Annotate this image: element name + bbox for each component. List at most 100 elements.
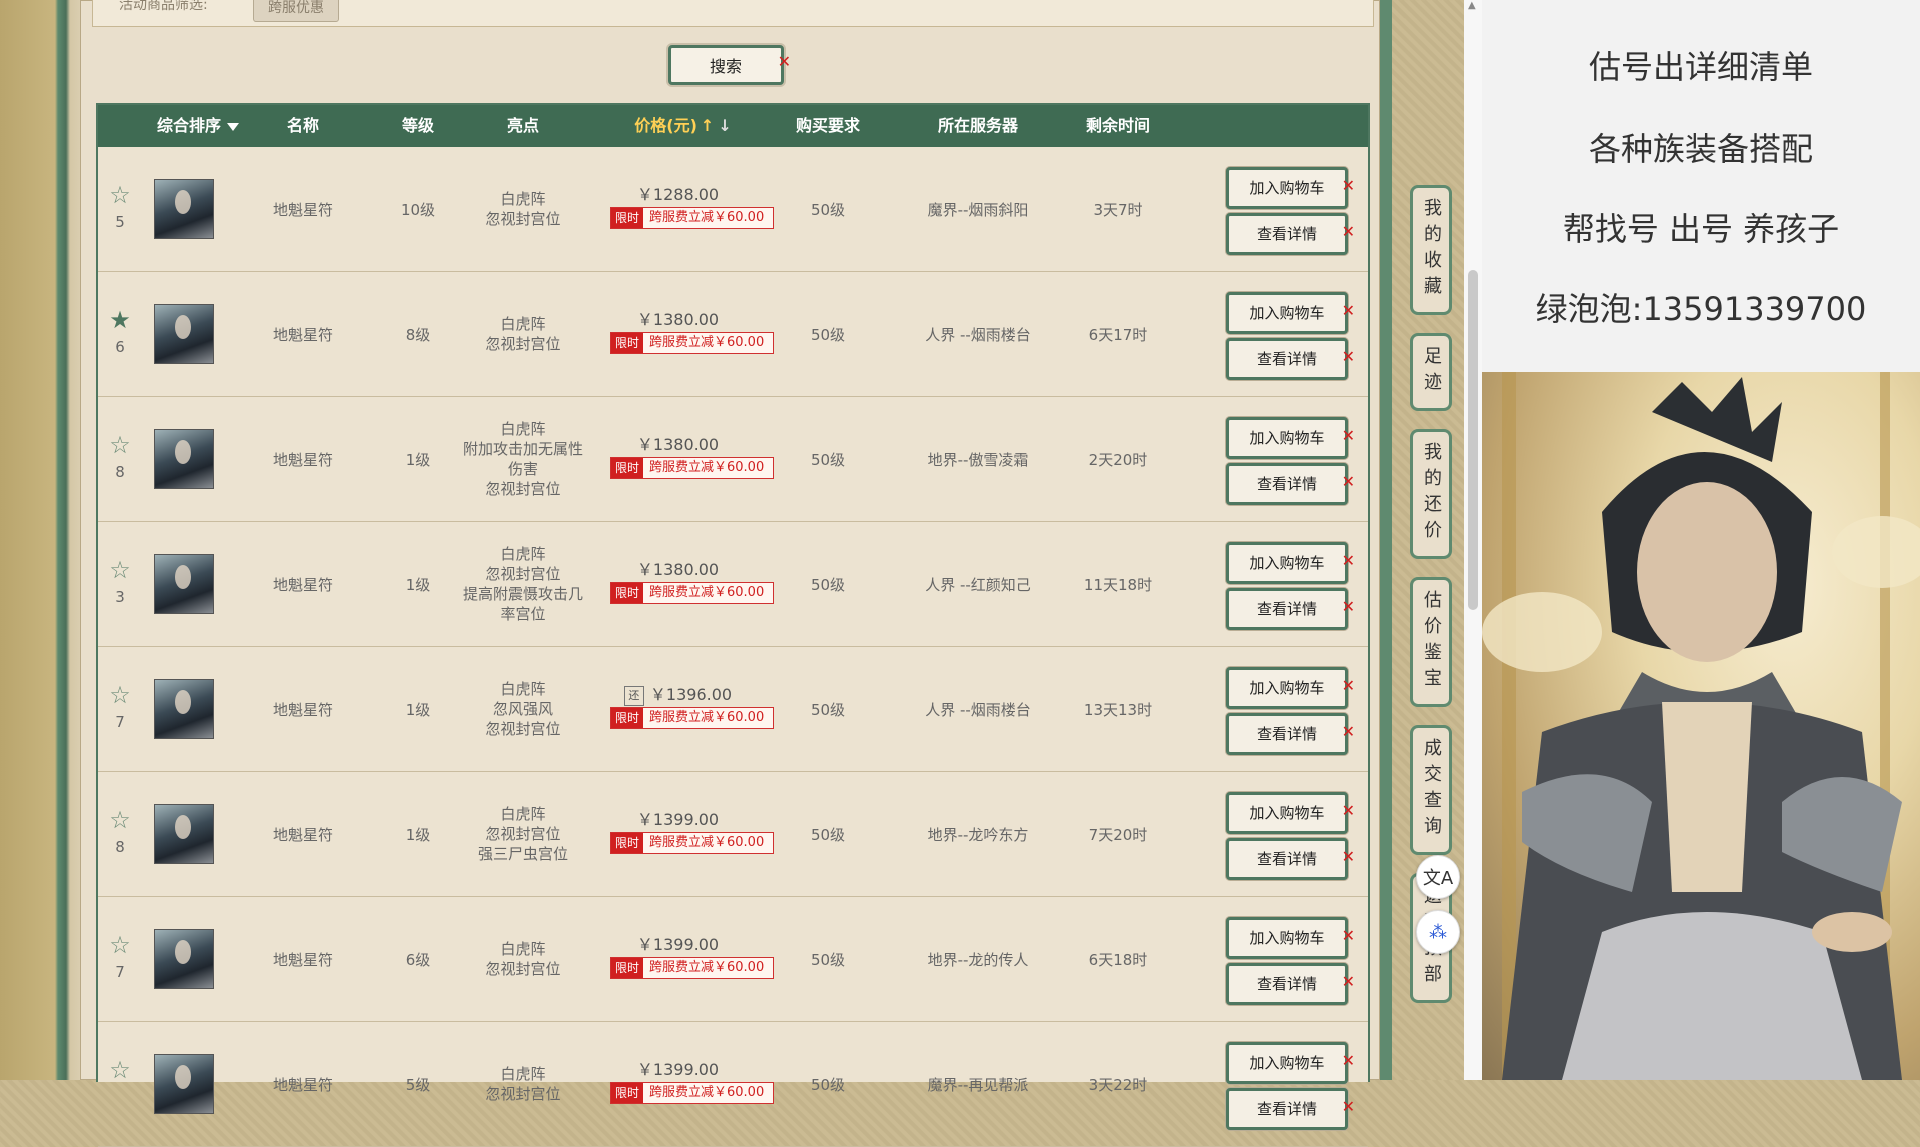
star-icon[interactable]: ★ [108,308,132,332]
item-highlight: 白虎阵 忽风强风 忽视封宫位 [448,647,598,771]
view-details-button[interactable]: 查看详情 ✕ [1226,213,1355,255]
star-icon[interactable]: ☆ [108,683,132,707]
table-row: ☆ 地魁星符 5级 白虎阵 忽视封宫位 ￥1399.00 限时 跨服费立减￥60.… [98,1022,1368,1147]
item-highlight: 白虎阵 忽视封宫位 [448,897,598,1021]
network-icon[interactable]: ⁂ [1416,910,1460,954]
add-to-cart-button[interactable]: 加入购物车 ✕ [1226,667,1355,709]
add-to-cart-label: 加入购物车 [1249,554,1325,572]
header-price: 价格(元) [634,116,697,135]
header-price-sort[interactable]: 价格(元) ↑ ↓ [598,105,768,147]
scrollbar[interactable]: ▲ [1464,0,1482,1080]
promo-tag: 限时 [611,833,643,853]
side-nav-item[interactable]: 成交查询 [1410,725,1452,855]
item-time-remaining: 13天13时 [1083,701,1153,719]
promo-badge: 限时 跨服费立减￥60.00 [610,832,774,854]
promo-text: 跨服费立减￥60.00 [649,960,765,975]
view-details-label: 查看详情 [1256,225,1317,243]
promo-text: 跨服费立减￥60.00 [649,835,765,850]
star-icon[interactable]: ☆ [108,808,132,832]
sort-down-icon[interactable]: ↓ [718,105,731,147]
view-details-button[interactable]: 查看详情 ✕ [1226,588,1355,630]
item-time-remaining: 3天7时 [1093,201,1143,219]
item-requirement: 50级 [810,701,846,719]
item-price-cell: ￥1399.00 限时 跨服费立减￥60.00 [588,897,774,1021]
side-nav-item[interactable]: 我的收藏 [1410,185,1452,315]
view-details-button[interactable]: 查看详情 ✕ [1226,838,1355,880]
table-row: ☆ 7 地魁星符 1级 白虎阵 忽风强风 忽视封宫位 还 ￥1396.00 限时 跨服… [98,647,1368,772]
filter-chip-cross-server[interactable]: 跨服优惠 [253,0,339,22]
item-thumbnail[interactable] [154,179,214,239]
side-nav-item[interactable]: 估价鉴宝 [1410,577,1452,707]
item-name[interactable]: 地魁星符 [248,449,358,470]
item-thumbnail[interactable] [154,929,214,989]
add-to-cart-button[interactable]: 加入购物车 ✕ [1226,1042,1355,1084]
view-details-button[interactable]: 查看详情 ✕ [1226,338,1355,380]
star-icon[interactable]: ☆ [108,558,132,582]
item-name[interactable]: 地魁星符 [248,699,358,720]
view-details-button[interactable]: 查看详情 ✕ [1226,463,1355,505]
item-thumbnail[interactable] [154,554,214,614]
highlight-line: 忽视封宫位 [485,960,561,978]
view-details-label: 查看详情 [1256,350,1317,368]
add-to-cart-button[interactable]: 加入购物车 ✕ [1226,792,1355,834]
item-requirement: 50级 [810,951,846,969]
highlight-line: 白虎阵 [500,420,546,438]
item-thumbnail[interactable] [154,804,214,864]
add-to-cart-button[interactable]: 加入购物车 ✕ [1226,292,1355,334]
item-name[interactable]: 地魁星符 [248,324,358,345]
search-button[interactable]: 搜索 ✕ [668,45,791,85]
item-thumbnail[interactable] [154,679,214,739]
highlight-line: 白虎阵 [500,805,546,823]
view-details-button[interactable]: 查看详情 ✕ [1226,1088,1355,1130]
item-requirement: 50级 [810,201,846,219]
highlight-line: 忽视封宫位 [485,335,561,353]
item-price-value: ￥1396.00 [649,685,733,704]
add-to-cart-label: 加入购物车 [1249,179,1325,197]
info-line-1: 估号出详细清单 [1588,48,1813,86]
item-price-value: ￥1399.00 [636,1060,720,1079]
promo-tag: 限时 [611,458,643,478]
table-row: ☆ 7 地魁星符 6级 白虎阵 忽视封宫位 ￥1399.00 限时 跨服费立减￥6… [98,897,1368,1022]
item-name[interactable]: 地魁星符 [248,574,358,595]
item-highlight: 白虎阵 忽视封宫位 提高附震慑攻击几 率宫位 [448,522,598,646]
item-thumbnail[interactable] [154,1054,214,1114]
item-thumbnail[interactable] [154,429,214,489]
close-icon: ✕ [1341,926,1355,945]
item-thumbnail[interactable] [154,304,214,364]
add-to-cart-button[interactable]: 加入购物车 ✕ [1226,917,1355,959]
item-name[interactable]: 地魁星符 [248,949,358,970]
chevron-down-icon [227,122,239,131]
item-price: ￥1399.00 [588,806,768,830]
item-highlight: 白虎阵 忽视封宫位 强三尸虫宫位 [448,772,598,896]
view-details-button[interactable]: 查看详情 ✕ [1226,713,1355,755]
add-to-cart-button[interactable]: 加入购物车 ✕ [1226,417,1355,459]
highlight-line: 忽视封宫位 [485,480,561,498]
item-name[interactable]: 地魁星符 [248,199,358,220]
scroll-thumb[interactable] [1468,270,1478,610]
table-body: ☆ 5 地魁星符 10级 白虎阵 忽视封宫位 ￥1288.00 限时 跨服费立减￥… [98,147,1368,1147]
scroll-up-icon[interactable]: ▲ [1468,0,1476,11]
highlight-line: 忽视封宫位 [485,210,561,228]
translate-icon[interactable]: 文A [1416,855,1460,899]
rank-number: 5 [115,213,125,231]
table-row: ☆ 5 地魁星符 10级 白虎阵 忽视封宫位 ￥1288.00 限时 跨服费立减￥… [98,147,1368,272]
filter-bar: 活动商品筛选: 跨服优惠 [92,0,1374,27]
star-icon[interactable]: ☆ [108,1058,132,1082]
promo-badge: 限时 跨服费立减￥60.00 [610,457,774,479]
side-nav-item[interactable]: 我的还价 [1410,429,1452,559]
add-to-cart-button[interactable]: 加入购物车 ✕ [1226,167,1355,209]
close-icon: ✕ [777,52,791,71]
haggle-icon[interactable]: 还 [623,685,644,706]
item-name[interactable]: 地魁星符 [248,824,358,845]
add-to-cart-button[interactable]: 加入购物车 ✕ [1226,542,1355,584]
sort-up-icon[interactable]: ↑ [701,105,714,147]
item-name[interactable]: 地魁星符 [248,1074,358,1095]
highlight-line: 忽视封宫位 [485,565,561,583]
sort-dropdown[interactable]: 综合排序 [138,105,258,147]
promo-text: 跨服费立减￥60.00 [649,460,765,475]
star-icon[interactable]: ☆ [108,433,132,457]
side-nav-item[interactable]: 足迹 [1410,333,1452,411]
star-icon[interactable]: ☆ [108,933,132,957]
star-icon[interactable]: ☆ [108,183,132,207]
view-details-button[interactable]: 查看详情 ✕ [1226,963,1355,1005]
